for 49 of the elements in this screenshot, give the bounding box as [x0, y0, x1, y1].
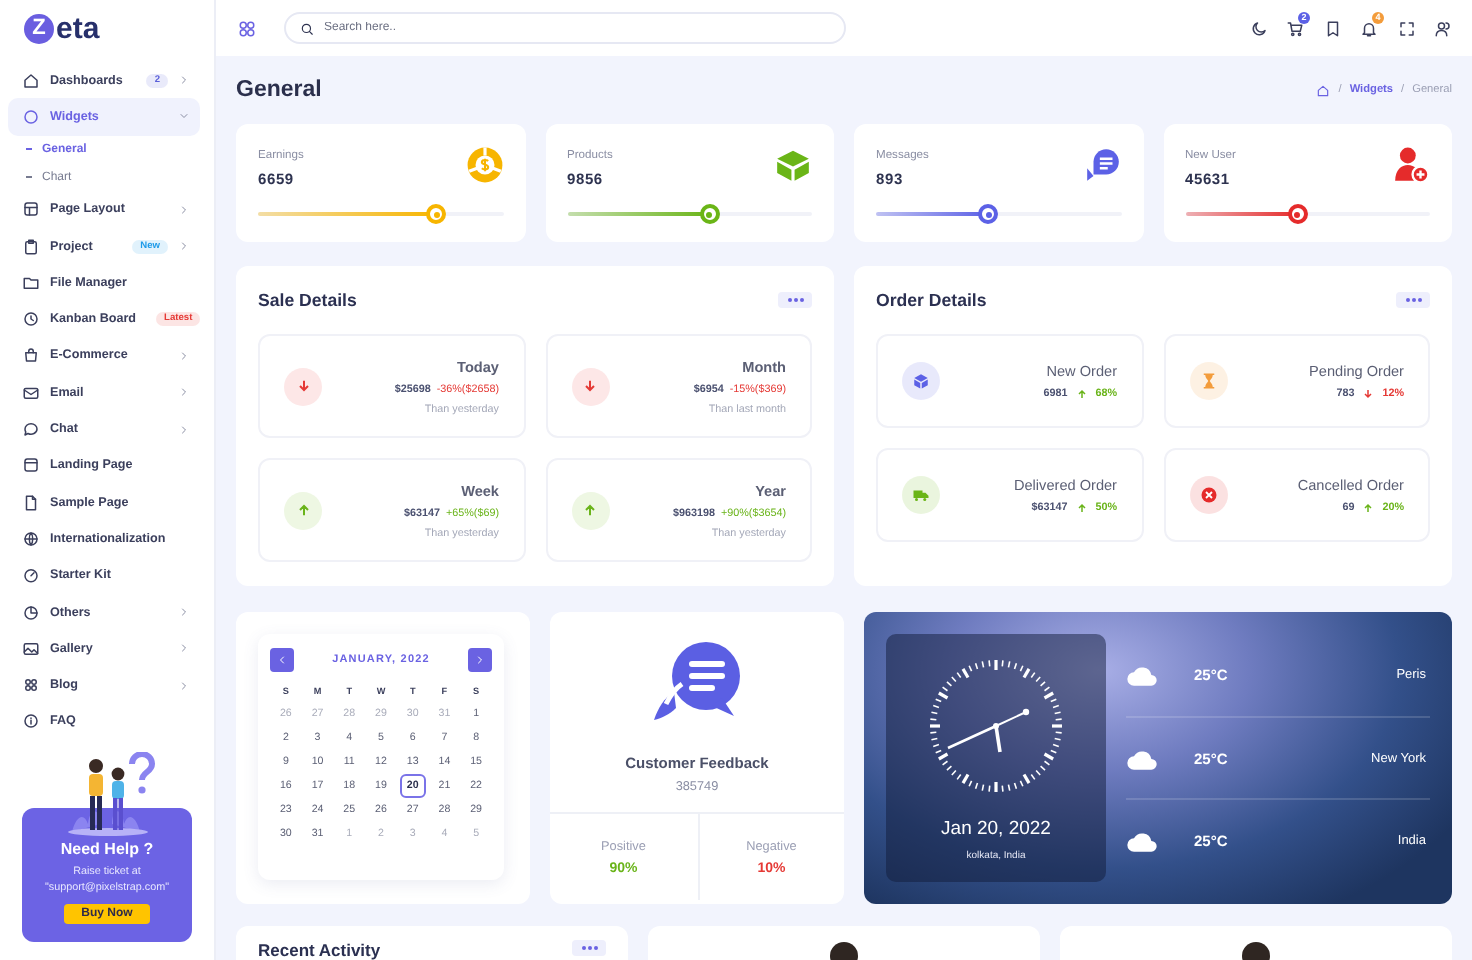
- layout-icon: [22, 200, 40, 219]
- bag-icon: [22, 346, 40, 365]
- info-icon: [22, 712, 40, 731]
- grid-icon: [22, 676, 40, 695]
- clock-date: Jan 20, 2022: [941, 818, 1051, 840]
- more-button[interactable]: [778, 292, 812, 308]
- envelope-icon: [22, 383, 40, 402]
- chat-icon: [1083, 146, 1121, 184]
- card-title: Recent Activity: [258, 940, 381, 960]
- document-icon: [22, 493, 40, 512]
- logo-text: eta: [56, 11, 100, 45]
- card-title: Sale Details: [258, 290, 357, 310]
- globe-icon: [22, 529, 40, 548]
- bookmark-icon[interactable]: [1323, 19, 1341, 37]
- home-icon[interactable]: [1316, 83, 1331, 97]
- more-button[interactable]: [1396, 292, 1430, 308]
- chat-bubble-icon: [22, 420, 40, 439]
- gauge-icon: [22, 566, 40, 585]
- cart-icon[interactable]: [1286, 19, 1304, 37]
- user-add-icon: [1392, 146, 1430, 184]
- house-icon: [22, 71, 40, 90]
- apps-icon[interactable]: [238, 19, 256, 37]
- logo-mark: Z: [24, 13, 54, 43]
- chevron-right-icon: [474, 654, 486, 666]
- clock-drawing: [924, 654, 1068, 798]
- chevron-left-icon: [276, 654, 288, 666]
- cloud-icon: [1126, 745, 1158, 771]
- browser-icon: [22, 456, 40, 475]
- help-title: Need Help ?: [60, 840, 154, 859]
- card-title: Order Details: [876, 290, 987, 310]
- folder-icon: [22, 273, 40, 292]
- box-icon: [774, 146, 812, 184]
- coin-icon: [465, 146, 503, 184]
- clock-icon: [22, 310, 40, 329]
- next-month-button[interactable]: [468, 648, 492, 672]
- search-icon: [300, 21, 314, 35]
- more-button[interactable]: [572, 940, 606, 956]
- image-icon: [22, 639, 40, 658]
- user-icon[interactable]: [1434, 19, 1452, 37]
- pie-icon: [22, 603, 40, 621]
- cloud-icon: [1126, 661, 1158, 688]
- clipboard-icon: [22, 237, 40, 256]
- prev-month-button[interactable]: [270, 648, 294, 672]
- moon-icon[interactable]: [1249, 19, 1267, 37]
- bell-icon[interactable]: [1360, 19, 1378, 37]
- fullscreen-icon[interactable]: [1397, 19, 1415, 37]
- page-title: General: [236, 78, 322, 102]
- circle-icon: [22, 107, 40, 126]
- cloud-icon: [1126, 828, 1158, 855]
